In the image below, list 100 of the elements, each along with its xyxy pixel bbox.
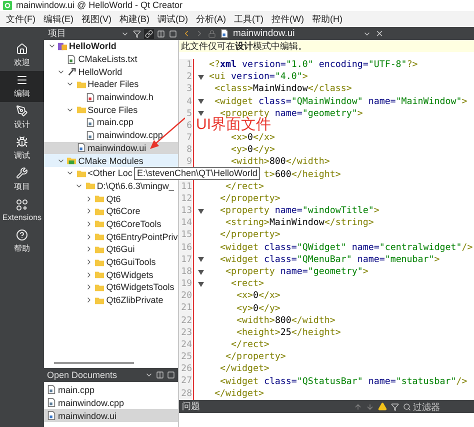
back-icon[interactable] xyxy=(182,29,191,38)
tree-item[interactable]: Qt6Core xyxy=(44,204,178,218)
tree-item[interactable]: D:\Qt\6.6.3\mingw_ xyxy=(44,180,178,192)
line-number: 13 xyxy=(181,206,192,216)
line-number: 2 xyxy=(186,72,192,82)
code-line: </rect> xyxy=(224,182,264,192)
wrench-icon xyxy=(16,167,28,179)
menu-item[interactable]: 分析(A) xyxy=(196,12,226,26)
code-line: <class>MainWindow</class> xyxy=(213,84,352,94)
mode-button[interactable]: 项目 xyxy=(0,164,44,195)
info-text: 此文件仅可在设计模式中编辑。 xyxy=(181,40,307,52)
code-line: <ui version="4.0"> xyxy=(209,72,308,82)
dropdown-icon[interactable] xyxy=(145,371,153,379)
down-arrow-icon[interactable] xyxy=(366,402,374,410)
tree-item[interactable]: Qt6GuiTools xyxy=(44,256,178,268)
mode-button[interactable]: 调试 xyxy=(0,133,44,164)
tree-item[interactable]: Source Files xyxy=(44,103,178,116)
split-icon[interactable] xyxy=(156,371,164,379)
code-line: <?xml version="1.0" encoding="UTF-8"?> xyxy=(209,60,418,70)
split-icon[interactable] xyxy=(157,30,165,38)
fold-arrow-icon[interactable] xyxy=(198,282,204,287)
tree-item[interactable]: Qt6CoreTools xyxy=(44,218,178,230)
fold-arrow-icon[interactable] xyxy=(198,208,204,214)
lines-icon xyxy=(16,74,28,86)
form-file-icon xyxy=(47,411,56,420)
tree-item[interactable]: CMakeLists.txt xyxy=(44,52,178,66)
tree-item[interactable]: Qt6Widgets xyxy=(44,268,178,282)
line-number: 14 xyxy=(181,218,192,228)
line-number: 5 xyxy=(186,108,192,119)
mode-button[interactable]: Extensions xyxy=(0,195,44,226)
tree-item[interactable]: mainwindow.h xyxy=(44,90,178,104)
filter-icon[interactable] xyxy=(133,30,141,38)
menu-item[interactable]: 工具(T) xyxy=(234,12,264,26)
tree-item[interactable]: Qt6EntryPointPriv xyxy=(44,230,178,243)
file-icon xyxy=(86,92,95,102)
scrollbar[interactable] xyxy=(54,362,134,364)
code-line: <widget class="QMainWindow" name="MainWindow"> xyxy=(213,96,468,107)
tree-item[interactable]: Qt6Gui xyxy=(44,243,178,256)
fold-arrow-icon[interactable] xyxy=(198,111,204,116)
line-number: 1 xyxy=(186,60,192,70)
code-line: <property name="windowTitle"> xyxy=(218,206,380,216)
code-line: <x>0</x> xyxy=(235,291,280,302)
menu-item[interactable]: 调试(D) xyxy=(158,12,188,26)
code-line: <widget class="QWidget" name="centralwidget"/> xyxy=(218,242,473,253)
tree-item[interactable]: mainwindow.cpp xyxy=(44,128,178,142)
pane-title: 问题 xyxy=(182,400,200,413)
menu-item[interactable]: 帮助(H) xyxy=(312,12,342,26)
menu-item[interactable]: 文件(F) xyxy=(6,12,36,26)
search-icon xyxy=(403,402,411,410)
fold-arrow-icon[interactable] xyxy=(198,99,204,104)
line-number: 17 xyxy=(181,254,192,265)
home-icon xyxy=(16,43,28,55)
tree-item[interactable]: HelloWorld xyxy=(44,40,178,53)
fold-arrow-icon[interactable] xyxy=(198,270,204,274)
close-icon[interactable] xyxy=(375,29,384,38)
tree-item[interactable]: Qt6 xyxy=(44,192,178,205)
warning-icon[interactable] xyxy=(378,402,387,411)
mode-button[interactable]: 帮助 xyxy=(0,226,44,257)
code-line: <widget class="QMenuBar" name="menubar"> xyxy=(218,254,440,265)
editor-tab[interactable]: mainwindow.ui xyxy=(233,28,295,39)
up-arrow-icon[interactable] xyxy=(354,402,362,410)
tree-item[interactable]: main.cpp xyxy=(44,116,178,129)
document-item[interactable]: mainwindow.ui xyxy=(44,409,178,422)
link-icon[interactable] xyxy=(145,30,153,38)
fold-arrow-icon[interactable] xyxy=(198,257,204,262)
filter-icon[interactable] xyxy=(391,402,399,410)
code-line: <height>25</height> xyxy=(235,328,341,338)
tree-item[interactable]: HelloWorld xyxy=(44,65,178,78)
code-line: </rect> xyxy=(230,340,270,350)
line-number: 9 xyxy=(186,157,192,168)
code-line: <rect> xyxy=(230,279,264,290)
form-file-icon xyxy=(76,143,86,152)
line-number: 28 xyxy=(181,388,192,399)
menu-item[interactable]: 编辑(E) xyxy=(44,12,74,26)
help-icon xyxy=(16,229,28,241)
line-number: 11 xyxy=(181,182,192,192)
mode-button[interactable]: 编辑 xyxy=(0,71,44,102)
code-line: </property> xyxy=(224,352,286,362)
folder-icon xyxy=(76,80,86,89)
project-icon xyxy=(58,42,67,51)
menu-item[interactable]: 控件(W) xyxy=(272,12,304,26)
tree-item[interactable]: Header Files xyxy=(44,78,178,91)
mode-button[interactable]: 欢迎 xyxy=(0,40,44,71)
tree-item[interactable]: mainwindow.ui xyxy=(44,142,178,154)
document-item[interactable]: mainwindow.cpp xyxy=(44,396,178,409)
fold-arrow-icon[interactable] xyxy=(198,74,204,80)
menu-item[interactable]: 视图(V) xyxy=(82,12,112,26)
tree-item[interactable]: Qt6ZlibPrivate xyxy=(44,294,178,306)
tree-item[interactable]: Qt6WidgetsTools xyxy=(44,281,178,294)
mode-button[interactable]: 设计 xyxy=(0,102,44,133)
file-icon xyxy=(86,118,95,127)
pane-title: Open Documents xyxy=(47,370,118,380)
file-icon xyxy=(47,398,56,407)
menu-item[interactable]: 构建(B) xyxy=(120,12,150,26)
folder-icon xyxy=(67,156,76,166)
code-line: <x>0</x> xyxy=(230,133,275,144)
tree-item[interactable]: CMake Modules xyxy=(44,154,178,167)
document-item[interactable]: main.cpp xyxy=(44,383,178,396)
search-field[interactable]: 过滤器 xyxy=(413,402,473,412)
extensions-icon xyxy=(16,199,28,211)
